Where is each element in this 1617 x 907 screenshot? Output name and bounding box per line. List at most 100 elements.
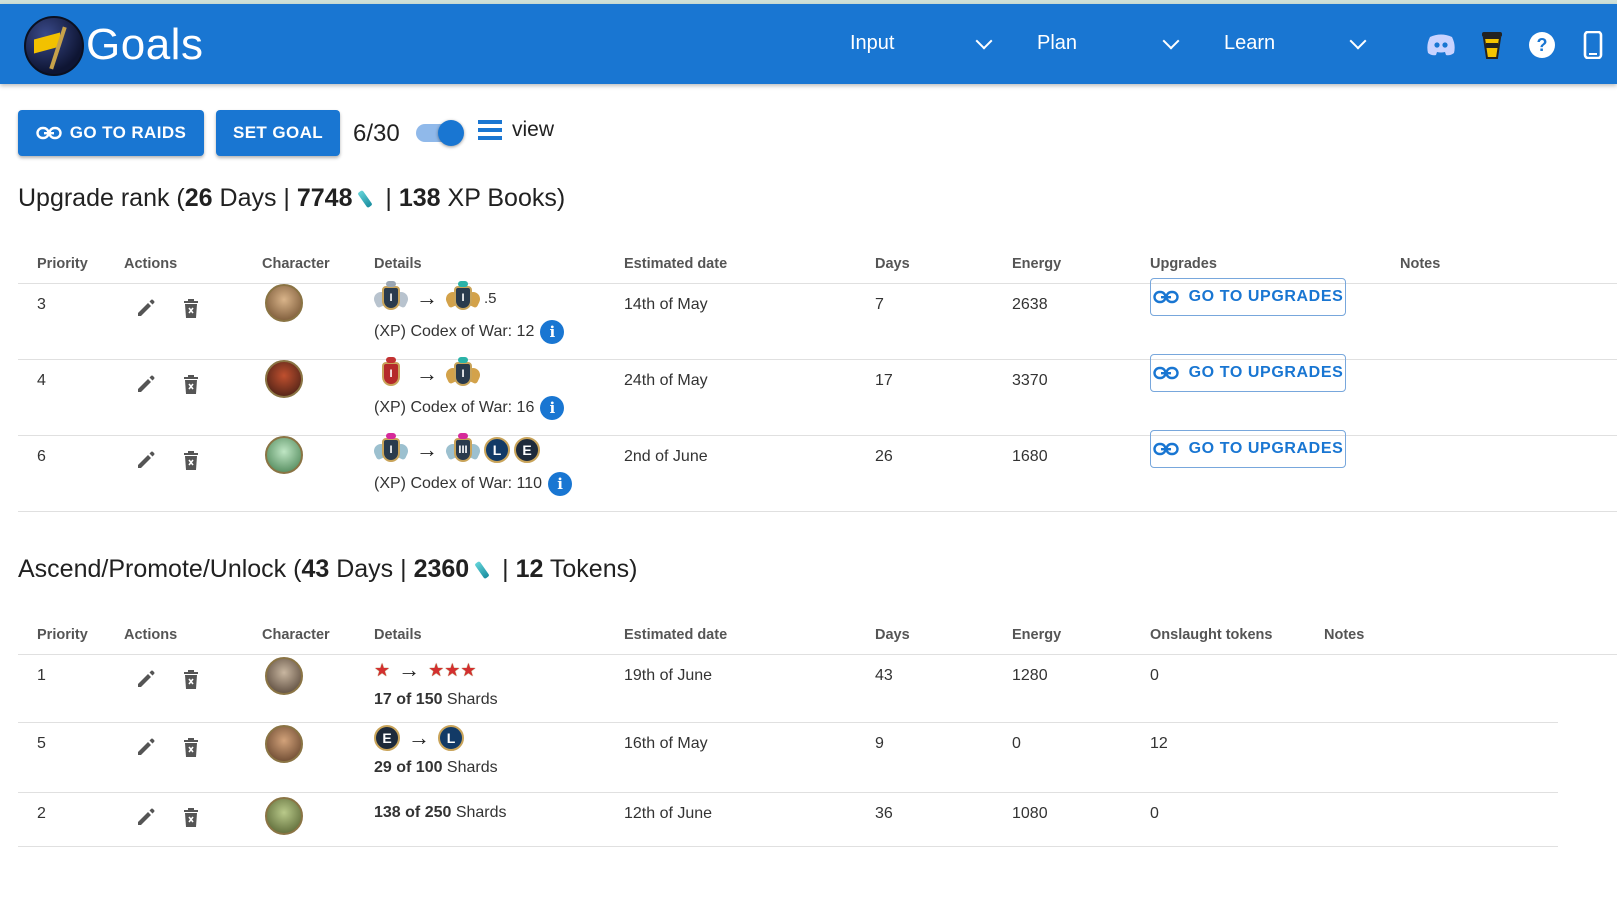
title-days: 26 — [184, 184, 213, 212]
rank-icon: III — [443, 433, 483, 466]
star-icon: ★ — [374, 659, 391, 680]
column-header[interactable]: Actions — [124, 627, 177, 643]
character-avatar[interactable] — [265, 657, 303, 695]
character-avatar[interactable] — [265, 360, 303, 398]
link-icon — [1152, 366, 1179, 380]
nav-menu-plan[interactable]: Plan — [1037, 32, 1180, 55]
column-header[interactable]: Energy — [1012, 627, 1061, 643]
go-to-upgrades-label: GO TO UPGRADES — [1188, 364, 1344, 381]
edit-icon[interactable] — [136, 450, 156, 470]
edit-icon[interactable] — [136, 374, 156, 394]
delete-icon[interactable] — [183, 299, 199, 319]
app-logo[interactable] — [24, 16, 84, 76]
codex-line: (XP) Codex of War: 16 i — [374, 396, 565, 420]
delete-icon[interactable] — [183, 808, 199, 828]
energy-cell: 2638 — [1012, 296, 1048, 313]
go-to-raids-button[interactable]: GO TO RAIDS — [18, 110, 204, 156]
set-goal-button[interactable]: SET GOAL — [216, 110, 340, 156]
rank-icon: I — [371, 433, 411, 466]
nav-menu-learn[interactable]: Learn — [1224, 32, 1367, 55]
column-header[interactable]: Priority — [37, 627, 88, 643]
priority-cell: 4 — [37, 372, 46, 389]
codex-text: (XP) Codex of War: 110 — [374, 475, 543, 492]
codex-line: (XP) Codex of War: 110 i — [374, 472, 573, 496]
ascend-table-header: Priority Actions Character Details Estim… — [18, 615, 1617, 655]
table-row: 2 138 of 250 Shards 12th of June 36 1080… — [18, 793, 1558, 847]
chevron-down-icon — [1349, 32, 1367, 49]
help-icon[interactable]: ? — [1527, 30, 1557, 60]
column-header[interactable]: Character — [262, 256, 330, 272]
shards-line: 138 of 250 Shards — [374, 804, 507, 822]
list-view-icon — [478, 120, 502, 140]
edit-icon[interactable] — [136, 807, 156, 827]
column-header[interactable]: Details — [374, 627, 422, 643]
estimated-date: 2nd of June — [624, 448, 708, 465]
column-header[interactable]: Details — [374, 256, 422, 272]
estimated-date: 14th of May — [624, 296, 708, 313]
info-icon[interactable]: i — [540, 396, 565, 420]
column-header[interactable]: Energy — [1012, 256, 1061, 272]
column-header[interactable]: Days — [875, 627, 910, 643]
shards-progress: 17 of 150 — [374, 691, 443, 708]
estimated-date: 24th of May — [624, 372, 708, 389]
delete-icon[interactable] — [183, 451, 199, 471]
view-toggle[interactable]: view — [478, 118, 554, 142]
star-icon: ★ — [460, 659, 477, 680]
arrow-right-icon: → — [416, 437, 438, 462]
edit-icon[interactable] — [136, 298, 156, 318]
column-header[interactable]: Notes — [1400, 256, 1440, 272]
table-row: 4 I → I (XP) Codex of War: 16 i 24th of … — [18, 354, 1617, 436]
title-prefix: Ascend/Promote/Unlock ( — [18, 555, 302, 583]
column-header[interactable]: Actions — [124, 256, 177, 272]
delete-icon[interactable] — [183, 738, 199, 758]
character-avatar[interactable] — [265, 725, 303, 763]
rarity-upgrade: E → L — [374, 725, 464, 751]
character-avatar[interactable] — [265, 797, 303, 835]
arrow-right-icon: → — [398, 657, 421, 682]
column-header[interactable]: Priority — [37, 256, 88, 272]
energy-cell: 0 — [1012, 735, 1021, 752]
go-to-upgrades-button[interactable]: GO TO UPGRADES — [1150, 354, 1346, 392]
column-header[interactable]: Character — [262, 627, 330, 643]
shards-progress: 138 of 250 — [374, 804, 452, 821]
go-to-upgrades-label: GO TO UPGRADES — [1188, 288, 1344, 305]
rank-suffix: .5 — [484, 289, 497, 307]
delete-icon[interactable] — [183, 375, 199, 395]
character-avatar[interactable] — [265, 436, 303, 474]
link-icon — [1152, 290, 1179, 304]
delete-icon[interactable] — [183, 670, 199, 690]
mobile-icon[interactable] — [1578, 30, 1608, 60]
rank-upgrade: I → I .5 — [371, 281, 497, 314]
go-to-upgrades-button[interactable]: GO TO UPGRADES — [1150, 430, 1346, 468]
nav-menu-input[interactable]: Input — [850, 32, 993, 55]
tokens-cell: 0 — [1150, 667, 1159, 684]
column-header[interactable]: Estimated date — [624, 256, 727, 272]
star-icon: ★ — [444, 659, 461, 680]
info-icon[interactable]: i — [548, 472, 573, 496]
title-days-label: Days | — [329, 555, 414, 583]
days-cell: 17 — [875, 372, 893, 389]
coffee-cup-icon[interactable] — [1477, 30, 1507, 60]
column-header[interactable]: Estimated date — [624, 627, 727, 643]
title-energy: 7748 — [296, 184, 353, 212]
info-icon[interactable]: i — [540, 320, 565, 344]
edit-icon[interactable] — [136, 669, 156, 689]
rarity-legendary-icon: L — [484, 437, 510, 463]
rank-icon: I — [374, 357, 408, 390]
codex-text: (XP) Codex of War: 16 — [374, 399, 535, 416]
title-sep: | — [378, 184, 399, 212]
column-header[interactable]: Onslaught tokens — [1150, 627, 1272, 643]
table-row: 5 E → L 29 of 100 Shards 16th of May 9 0… — [18, 723, 1558, 793]
character-avatar[interactable] — [265, 284, 303, 322]
go-to-upgrades-label: GO TO UPGRADES — [1188, 440, 1344, 457]
title-sep: | — [495, 555, 516, 583]
edit-icon[interactable] — [136, 737, 156, 757]
go-to-upgrades-button[interactable]: GO TO UPGRADES — [1150, 278, 1346, 316]
view-switch[interactable] — [416, 120, 464, 146]
column-header[interactable]: Notes — [1324, 627, 1364, 643]
link-icon — [36, 126, 62, 140]
discord-icon[interactable] — [1426, 30, 1456, 60]
column-header[interactable]: Days — [875, 256, 910, 272]
priority-cell: 5 — [37, 735, 46, 752]
column-header[interactable]: Upgrades — [1150, 256, 1217, 272]
